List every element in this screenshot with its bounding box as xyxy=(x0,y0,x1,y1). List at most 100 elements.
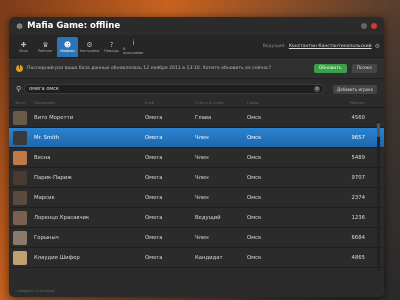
table-row[interactable]: Mr. Smith Омега Член Омск 9657 xyxy=(9,128,384,148)
notice-text: Последний раз ваша база данных обновляла… xyxy=(27,65,272,71)
avatar-cell xyxy=(9,190,31,205)
minimize-button[interactable] xyxy=(361,23,367,29)
search-row: ⚲ омега омск × Добавить игрока xyxy=(9,79,384,99)
cell-city: Омск xyxy=(247,234,262,241)
table-row[interactable]: Весна Омега Член Омск 5489 xyxy=(9,148,384,168)
scrollbar[interactable] xyxy=(377,121,380,271)
cell-rating: 1236 xyxy=(351,214,365,221)
gear-icon: ⚙ xyxy=(86,41,93,49)
app-logo-icon: ☸ xyxy=(16,21,24,31)
avatar xyxy=(13,170,27,185)
cell-rating: 9657 xyxy=(351,134,365,141)
tab-gamepad[interactable]: ✚ Игра xyxy=(13,37,34,57)
cell-nickname: Клаудия Шифер xyxy=(34,254,80,261)
col-rating[interactable]: Рейтинг xyxy=(325,101,365,105)
cell-club: Омега xyxy=(145,154,163,161)
tab-info[interactable]: iВ программе xyxy=(123,37,144,57)
host-label: Ведущий: xyxy=(262,43,286,49)
col-status[interactable]: Статус в клубе xyxy=(195,101,247,105)
cell-club: Омега xyxy=(145,174,163,181)
info-icon: i xyxy=(132,39,135,47)
title-bar: ☸ Mafia Game: offline xyxy=(9,17,384,35)
table-row[interactable]: Марсик Омега Член Омск 2374 xyxy=(9,188,384,208)
cell-city: Омск xyxy=(247,174,262,181)
table-row[interactable]: Лоренцо Красавчик Омега Ведущий Омск 1236 xyxy=(9,208,384,228)
host-settings-icon[interactable]: ⚙ xyxy=(375,43,380,50)
tab-label: Игра xyxy=(19,49,28,53)
cell-status: Член xyxy=(195,174,209,181)
host-name-link[interactable]: Константин Константинопольский xyxy=(289,44,372,49)
cell-club: Омега xyxy=(145,214,163,221)
cell-status: Член xyxy=(195,194,209,201)
scrollbar-thumb[interactable] xyxy=(377,123,380,137)
add-player-button[interactable]: Добавить игрока xyxy=(333,84,377,94)
cell-club: Омега xyxy=(145,194,163,201)
update-notice: ! Последний раз ваша база данных обновля… xyxy=(9,58,384,79)
table-row[interactable]: Парик-Париж Омега Член Омск 9707 xyxy=(9,168,384,188)
search-value: омега омск xyxy=(29,86,59,92)
cell-club: Омега xyxy=(145,114,163,121)
table-row[interactable]: Горыныч Омега Член Омск 6684 xyxy=(9,228,384,248)
cell-nickname: Марсик xyxy=(34,194,55,201)
window-controls xyxy=(361,23,377,29)
tab-label: Мафиоз xyxy=(60,49,75,53)
cell-city: Омск xyxy=(247,114,262,121)
avatar-cell xyxy=(9,150,31,165)
avatar xyxy=(13,210,27,225)
cell-rating: 4865 xyxy=(351,254,365,261)
clear-search-icon[interactable]: × xyxy=(314,86,321,92)
cell-status: Член xyxy=(195,134,209,141)
tab-trophy[interactable]: ♛ Рейтинг xyxy=(35,37,56,57)
close-button[interactable] xyxy=(371,23,377,29)
cell-status: Кандидат xyxy=(195,254,223,261)
cell-nickname: Горыныч xyxy=(34,234,59,241)
cell-city: Омск xyxy=(247,194,262,201)
warning-icon: ! xyxy=(16,64,23,72)
tab-people[interactable]: ☻ Мафиоз xyxy=(57,37,78,57)
avatar-cell xyxy=(9,210,31,225)
cell-nickname: Лоренцо Красавчик xyxy=(34,214,90,221)
table-header: Фото Псевдоним Клуб Статус в клубе Город… xyxy=(9,99,384,108)
cell-rating: 5489 xyxy=(351,154,365,161)
cell-club: Омега xyxy=(145,254,163,261)
table-row[interactable]: Вито Моретти Омега Глава Омск 4560 xyxy=(9,108,384,128)
main-toolbar: ✚ Игра ♛ Рейтинг ☻ Мафиоз ⚙ Настройки? Помощь i В … xyxy=(9,35,384,58)
col-city[interactable]: Город xyxy=(247,101,325,105)
avatar-cell xyxy=(9,250,31,265)
trophy-icon: ♛ xyxy=(42,41,49,49)
col-nickname[interactable]: Псевдоним xyxy=(31,101,145,105)
tab-label: Настройки xyxy=(79,49,100,53)
cell-city: Омск xyxy=(247,134,262,141)
cell-rating: 6684 xyxy=(351,234,365,241)
cell-status: Ведущий xyxy=(195,214,221,221)
tab-label: Рейтинг xyxy=(38,49,53,53)
cell-nickname: Вито Моретти xyxy=(34,114,74,121)
avatar-cell xyxy=(9,170,31,185)
help-icon: ? xyxy=(109,41,114,49)
col-photo[interactable]: Фото xyxy=(9,101,31,105)
tab-label: В программе xyxy=(123,47,144,55)
avatar-cell xyxy=(9,130,31,145)
table-row[interactable]: Клаудия Шифер Омега Кандидат Омск 4865 xyxy=(9,248,384,268)
col-club[interactable]: Клуб xyxy=(145,101,195,105)
cell-city: Омск xyxy=(247,214,262,221)
cell-status: Член xyxy=(195,234,209,241)
cell-city: Омск xyxy=(247,154,262,161)
tab-help[interactable]: ? Помощь xyxy=(101,37,122,57)
cell-nickname: Парик-Париж xyxy=(34,174,72,181)
avatar xyxy=(13,130,27,145)
tab-gear[interactable]: ⚙ Настройки xyxy=(79,37,100,57)
cell-club: Омега xyxy=(145,234,163,241)
window-title: Mafia Game: offline xyxy=(27,21,121,31)
later-button[interactable]: Позже xyxy=(351,63,377,73)
cell-rating: 2374 xyxy=(351,194,365,201)
tab-label: Помощь xyxy=(104,49,119,53)
search-input[interactable]: омега омск × xyxy=(24,84,325,94)
avatar xyxy=(13,110,27,125)
search-icon: ⚲ xyxy=(16,85,22,93)
cell-status: Член xyxy=(195,154,209,161)
cell-rating: 9707 xyxy=(351,174,365,181)
avatar-cell xyxy=(9,230,31,245)
cell-city: Омск xyxy=(247,254,262,261)
update-button[interactable]: Обновить xyxy=(313,63,347,73)
